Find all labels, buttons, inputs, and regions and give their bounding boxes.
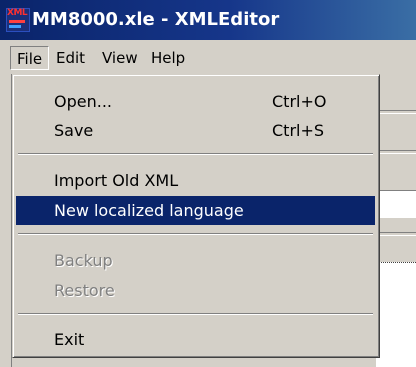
app-icon-bar-blue [9, 25, 21, 28]
menu-item-label: Open... [54, 92, 112, 111]
menu-item-import-old-xml[interactable]: Import Old XML [16, 166, 375, 195]
menu-item-save[interactable]: Save Ctrl+S [16, 116, 375, 145]
app-icon-label: XML [7, 8, 28, 18]
menu-edit[interactable]: Edit [50, 46, 91, 70]
background-left-panel [0, 74, 12, 367]
menu-help[interactable]: Help [145, 46, 191, 70]
background-divider [376, 150, 416, 154]
menu-item-new-localized-language[interactable]: New localized language [16, 196, 375, 225]
title-bar[interactable]: XML MM8000.xle - XMLEditor [0, 0, 416, 40]
menu-bar: File Edit View Help [0, 40, 416, 74]
menu-file[interactable]: File [10, 46, 50, 70]
menu-item-label: Save [54, 121, 94, 140]
menu-separator [18, 233, 373, 235]
menu-item-label: Restore [54, 281, 115, 300]
menu-item-label: Backup [54, 251, 113, 270]
background-tree-view[interactable] [376, 262, 416, 367]
background-divider [376, 110, 416, 114]
menu-item-backup: Backup [16, 246, 375, 275]
menu-item-open[interactable]: Open... Ctrl+O [16, 87, 375, 116]
menu-item-exit[interactable]: Exit [16, 325, 375, 354]
menu-item-label: Exit [54, 330, 85, 349]
menu-view[interactable]: View [96, 46, 144, 70]
file-menu-dropdown: Open... Ctrl+O Save Ctrl+S Import Old XM… [12, 74, 380, 358]
background-divider [376, 232, 416, 236]
xml-app-icon[interactable]: XML [6, 8, 30, 32]
menu-item-shortcut: Ctrl+O [272, 92, 327, 111]
menu-item-label: Import Old XML [54, 171, 179, 190]
app-icon-bar-red [9, 20, 25, 23]
menu-item-label: New localized language [54, 201, 244, 220]
menu-item-restore: Restore [16, 276, 375, 305]
menu-separator [18, 153, 373, 155]
menu-item-shortcut: Ctrl+S [272, 121, 325, 140]
menu-separator [18, 313, 373, 315]
background-text-field[interactable] [376, 190, 416, 218]
window-title: MM8000.xle - XMLEditor [32, 9, 280, 30]
